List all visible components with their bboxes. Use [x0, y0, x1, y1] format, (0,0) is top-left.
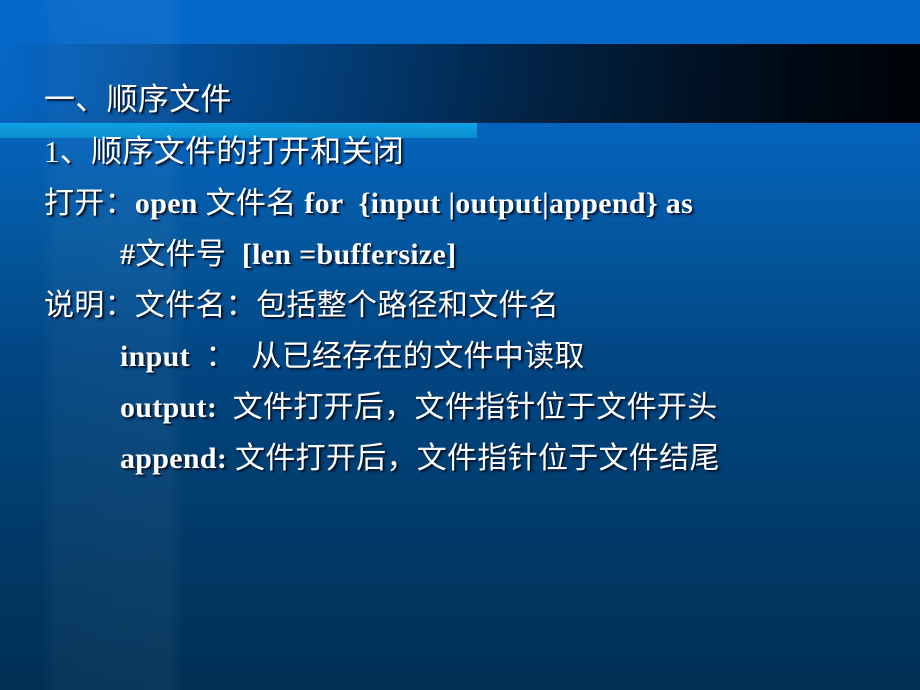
text-run-latin-0: input — [120, 340, 190, 373]
slide-text-body: 一、顺序文件 1、顺序文件的打开和关闭 打开：open 文件名 for {inp… — [0, 0, 920, 690]
text-line-file-number: #文件号 [len =buffersize] — [120, 240, 456, 270]
text-line-note-filename: 说明：文件名：包括整个路径和文件名 — [44, 291, 559, 321]
text-run-han-1: 文件打开后，文件指针位于文件结尾 — [227, 442, 720, 475]
text-run-han-0: 说明：文件名：包括整个路径和文件名 — [44, 289, 560, 322]
text-run-han-1: 文件打开后，文件指针位于文件开头 — [217, 391, 718, 424]
text-line-mode-output: output: 文件打开后，文件指针位于文件开头 — [120, 393, 718, 423]
slide-title: 一、顺序文件 — [44, 82, 232, 117]
text-run-han-0: 打开： — [44, 187, 135, 220]
presentation-slide: 一、顺序文件 1、顺序文件的打开和关闭 打开：open 文件名 for {inp… — [0, 0, 920, 690]
text-line-mode-append: append: 文件打开后，文件指针位于文件结尾 — [120, 444, 720, 474]
text-run-latin-0: append: — [120, 442, 228, 475]
text-run-han-2: 文件名 — [197, 187, 305, 220]
text-run-han-1: 文件号 — [135, 238, 227, 271]
text-run-han-1: ： 从已经存在的文件中读取 — [189, 340, 585, 373]
text-run-latin-0: # — [120, 238, 136, 271]
text-line-open-syntax: 打开：open 文件名 for {input |output|append} a… — [44, 189, 693, 219]
text-run-latin-3: for {input |output|append} as — [304, 187, 694, 220]
text-line-mode-input: input ： 从已经存在的文件中读取 — [120, 342, 585, 372]
text-run-latin-2: [len =buffersize] — [226, 238, 457, 271]
slide-subtitle: 1、顺序文件的打开和关闭 — [44, 134, 405, 169]
text-run-latin-1: open — [134, 187, 198, 220]
text-run-latin-0: output: — [120, 391, 218, 424]
